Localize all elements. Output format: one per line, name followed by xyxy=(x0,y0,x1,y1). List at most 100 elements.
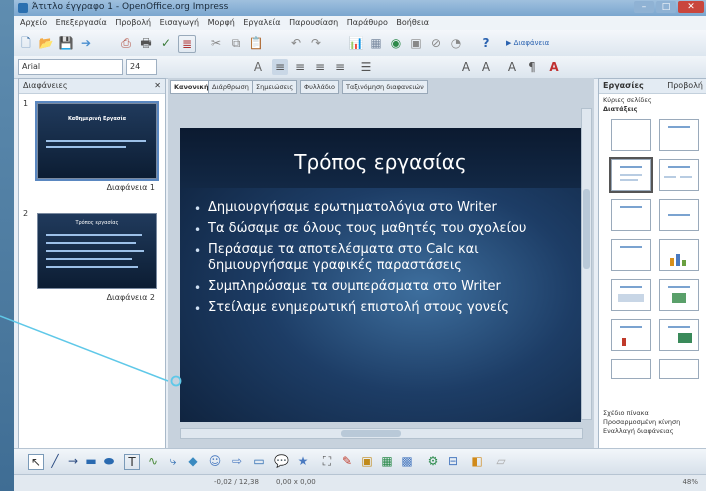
menu-file[interactable]: Αρχείο xyxy=(20,18,47,27)
menu-insert[interactable]: Εισαγωγή xyxy=(160,18,199,27)
layout-clipart[interactable] xyxy=(659,279,699,311)
close-button[interactable]: ✕ xyxy=(678,1,704,13)
close-pane-icon[interactable]: ✕ xyxy=(154,79,161,93)
increase-font-icon[interactable]: A xyxy=(458,59,474,75)
section-table-design[interactable]: Σχέδιο πίνακα xyxy=(603,409,649,417)
shadow-draw-icon[interactable]: ▱ xyxy=(494,454,508,468)
align-center-icon[interactable]: ≡ xyxy=(292,59,308,75)
chart-icon[interactable]: 📊 xyxy=(348,35,364,51)
menu-help[interactable]: Βοήθεια xyxy=(396,18,429,27)
shadow-icon[interactable]: A xyxy=(250,59,266,75)
autospell-icon[interactable]: ≣ xyxy=(178,35,196,53)
slide-thumbnail-2[interactable]: Τρόπος εργασίας xyxy=(37,213,157,289)
layout-table[interactable] xyxy=(611,279,651,311)
tab-handout[interactable]: Φυλλάδιο xyxy=(300,80,340,94)
layout-title-content[interactable] xyxy=(609,157,653,193)
layout-centered[interactable] xyxy=(659,199,699,231)
horizontal-scrollbar[interactable] xyxy=(180,428,583,439)
new-document-icon[interactable]: 🗋 xyxy=(18,35,34,51)
slide-canvas[interactable]: Τρόπος εργασίας • Δημιουργήσαμε ερωτηματο… xyxy=(180,128,581,422)
help-icon[interactable]: ? xyxy=(478,35,494,51)
select-arrow-icon[interactable]: ↖ xyxy=(28,454,44,470)
align-right-icon[interactable]: ≡ xyxy=(312,59,328,75)
layout-more-2[interactable] xyxy=(659,359,699,379)
section-custom-animation[interactable]: Προσαρμοσμένη κίνηση xyxy=(603,418,680,426)
alignment-icon[interactable]: ⊟ xyxy=(446,454,460,468)
spellcheck-icon[interactable]: ✓ xyxy=(158,35,174,51)
cut-icon[interactable]: ✂ xyxy=(208,35,224,51)
tab-slide-sorter[interactable]: Ταξινόμηση διαφανειών xyxy=(342,80,428,94)
layout-two-content[interactable] xyxy=(659,159,699,191)
horizontal-scroll-thumb[interactable] xyxy=(341,430,401,437)
layout-title-only[interactable] xyxy=(659,119,699,151)
send-icon[interactable]: ➔ xyxy=(78,35,94,51)
menu-view[interactable]: Προβολή xyxy=(115,18,151,27)
menu-edit[interactable]: Επεξεργασία xyxy=(56,18,107,27)
line-icon[interactable]: ╱ xyxy=(48,454,62,468)
section-slide-transition[interactable]: Εναλλαγή διαφάνειας xyxy=(603,427,674,435)
effects-icon[interactable]: ⚙ xyxy=(426,454,440,468)
block-arrows-icon[interactable]: ⇨ xyxy=(230,454,244,468)
decrease-font-icon[interactable]: A xyxy=(478,59,494,75)
curve-icon[interactable]: ∿ xyxy=(146,454,160,468)
zoom-level[interactable]: 48% xyxy=(682,478,698,486)
points-icon[interactable]: ⛶ xyxy=(320,454,334,468)
gallery-draw-icon[interactable]: ▦ xyxy=(380,454,394,468)
copy-icon[interactable]: ⧉ xyxy=(228,35,244,51)
symbol-shapes-icon[interactable]: ☺ xyxy=(208,454,222,468)
stars-icon[interactable]: ★ xyxy=(296,454,310,468)
bullets-icon[interactable]: ☰ xyxy=(358,59,374,75)
vertical-scrollbar[interactable] xyxy=(581,108,592,420)
char-icon[interactable]: A xyxy=(504,59,520,75)
tab-outline[interactable]: Διάρθρωση xyxy=(208,80,253,94)
slide-thumbnail-1[interactable]: Καθημερινή Εργασία xyxy=(35,101,159,181)
slide-bullet-list[interactable]: • Δημιουργήσαμε ερωτηματολόγια στο Writer… xyxy=(194,200,574,321)
export-pdf-icon[interactable]: ⎙ xyxy=(118,35,134,51)
extrusion-icon[interactable]: ▩ xyxy=(400,454,414,468)
display-icon[interactable]: ◔ xyxy=(448,35,464,51)
layout-chart-text[interactable] xyxy=(611,319,651,351)
save-icon[interactable]: 💾 xyxy=(58,35,74,51)
task-pane-view-menu[interactable]: Προβολή xyxy=(667,79,703,93)
section-master-pages[interactable]: Κύριες σελίδες xyxy=(603,96,652,104)
basic-shapes-icon[interactable]: ◆ xyxy=(186,454,200,468)
gallery-icon[interactable]: ▣ xyxy=(408,35,424,51)
connector-icon[interactable]: ⤷ xyxy=(166,454,180,468)
text-icon[interactable]: T xyxy=(124,454,140,470)
table-icon[interactable]: ▦ xyxy=(368,35,384,51)
slideshow-button[interactable]: ▶ Διαφάνεια xyxy=(506,35,566,51)
ellipse-icon[interactable]: ⬬ xyxy=(102,454,116,468)
from-file-icon[interactable]: ▣ xyxy=(360,454,374,468)
undo-icon[interactable]: ↶ xyxy=(288,35,304,51)
menu-window[interactable]: Παράθυρο xyxy=(347,18,388,27)
layout-title-text[interactable] xyxy=(611,199,651,231)
zoom-icon[interactable]: ⊘ xyxy=(428,35,444,51)
layout-image-text[interactable] xyxy=(659,319,699,351)
tab-normal[interactable]: Κανονική xyxy=(170,80,213,94)
redo-icon[interactable]: ↷ xyxy=(308,35,324,51)
paste-icon[interactable]: 📋 xyxy=(248,35,264,51)
print-icon[interactable]: 🖶 xyxy=(138,35,154,51)
arrange-icon[interactable]: ◧ xyxy=(470,454,484,468)
navigator-icon[interactable]: ◉ xyxy=(388,35,404,51)
font-name-select[interactable]: Arial xyxy=(18,59,123,75)
maximize-button[interactable]: □ xyxy=(656,1,676,13)
arrow-line-icon[interactable]: → xyxy=(66,454,80,468)
vertical-scroll-thumb[interactable] xyxy=(583,189,590,269)
rectangle-icon[interactable]: ▬ xyxy=(84,454,98,468)
layout-more-1[interactable] xyxy=(611,359,651,379)
paragraph-icon[interactable]: ¶ xyxy=(524,59,540,75)
tab-notes[interactable]: Σημειώσεις xyxy=(252,80,298,94)
layout-blank[interactable] xyxy=(611,119,651,151)
menu-format[interactable]: Μορφή xyxy=(208,18,235,27)
minimize-button[interactable]: – xyxy=(634,1,654,13)
font-color-icon[interactable]: A xyxy=(546,59,562,75)
open-folder-icon[interactable]: 📂 xyxy=(38,35,54,51)
font-size-select[interactable]: 24 xyxy=(126,59,157,75)
justify-icon[interactable]: ≡ xyxy=(332,59,348,75)
section-layouts[interactable]: Διατάξεις xyxy=(603,105,638,113)
fontwork-icon[interactable]: ✎ xyxy=(340,454,354,468)
layout-chart[interactable] xyxy=(659,239,699,271)
slide-title[interactable]: Τρόπος εργασίας xyxy=(180,150,581,174)
menu-tools[interactable]: Εργαλεία xyxy=(243,18,280,27)
